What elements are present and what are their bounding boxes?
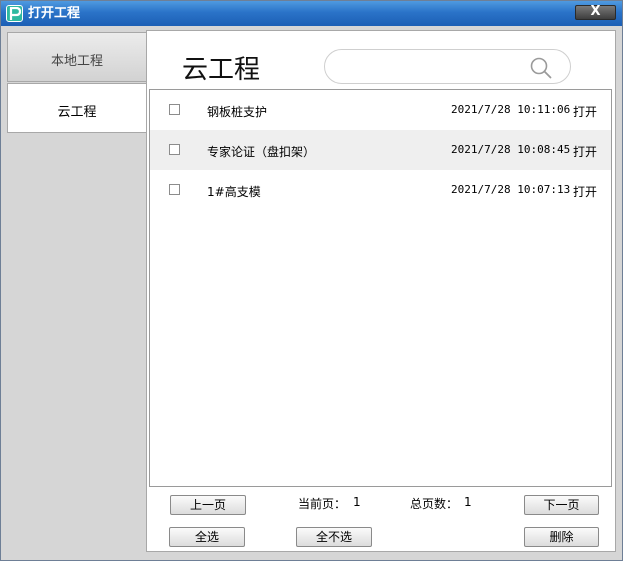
open-project-dialog: 打开工程 X 本地工程 云工程 云工程 钢板桩支护 2021/7/28 10:1… [0,0,623,561]
project-name: 1#高支模 [207,185,261,199]
project-date: 2021/7/28 10:07:13 [451,183,571,196]
current-page-label: 当前页： [298,497,347,511]
project-row[interactable]: 钢板桩支护 2021/7/28 10:11:06 打开 [150,90,611,130]
project-name: 专家论证（盘扣架） [207,145,316,159]
row-checkbox[interactable] [169,144,180,155]
prev-page-button[interactable]: 上一页 [170,495,246,515]
sidebar-tab-local-projects[interactable]: 本地工程 [7,32,147,82]
project-row[interactable]: 专家论证（盘扣架） 2021/7/28 10:08:45 打开 [150,130,611,170]
sidebar-tab-label: 云工程 [57,105,97,120]
main-panel: 云工程 钢板桩支护 2021/7/28 10:11:06 打开 专家论证（盘扣架… [146,30,616,552]
search-input[interactable] [340,58,520,76]
page-title: 云工程 [182,55,261,85]
close-icon: X [590,4,601,19]
open-link[interactable]: 打开 [573,183,597,200]
window-title: 打开工程 [28,6,81,21]
next-page-button[interactable]: 下一页 [524,495,599,515]
select-none-button[interactable]: 全不选 [296,527,372,547]
app-logo-icon [6,5,23,22]
row-checkbox[interactable] [169,184,180,195]
project-row[interactable]: 1#高支模 2021/7/28 10:07:13 打开 [150,170,611,210]
sidebar: 本地工程 云工程 [7,32,147,552]
title-bar[interactable]: 打开工程 X [1,1,622,26]
open-link[interactable]: 打开 [573,103,597,120]
search-box[interactable] [324,49,571,84]
select-all-button[interactable]: 全选 [169,527,245,547]
close-button[interactable]: X [575,4,616,20]
project-name: 钢板桩支护 [207,105,268,119]
sidebar-tab-label: 本地工程 [50,54,103,69]
current-page-value: 1 [353,495,361,509]
search-icon[interactable] [529,56,553,80]
total-pages-value: 1 [464,495,472,509]
open-link[interactable]: 打开 [573,143,597,160]
project-list: 钢板桩支护 2021/7/28 10:11:06 打开 专家论证（盘扣架） 20… [149,89,612,487]
project-date: 2021/7/28 10:11:06 [451,103,571,116]
delete-button[interactable]: 删除 [524,527,599,547]
total-pages-label: 总页数： [410,497,459,511]
row-checkbox[interactable] [169,104,180,115]
project-date: 2021/7/28 10:08:45 [451,143,571,156]
sidebar-tab-cloud-projects[interactable]: 云工程 [7,83,147,133]
